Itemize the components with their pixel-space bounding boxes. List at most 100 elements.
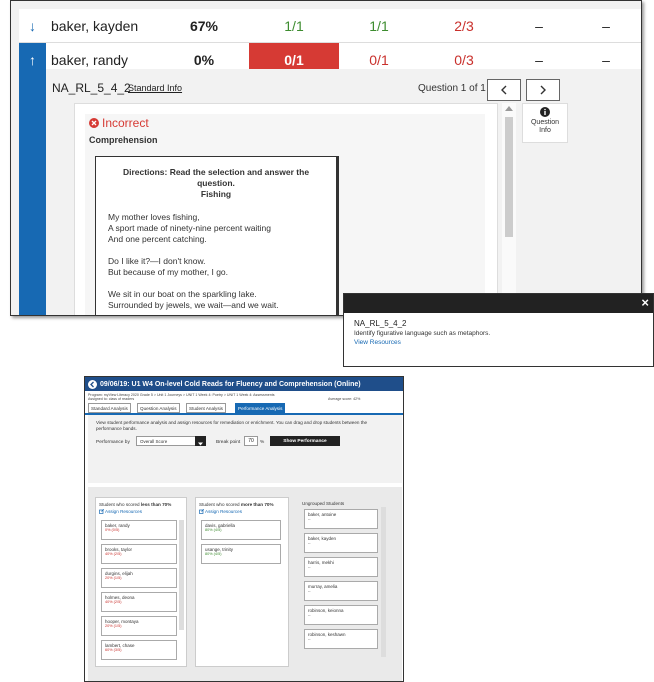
student-card[interactable]: baker, randy 0% (0/5) xyxy=(101,520,177,540)
error-icon xyxy=(89,118,99,128)
question-detail: NA_RL_5_4_2 Standard Info Question 1 of … xyxy=(46,69,641,315)
view-resources-link[interactable]: View Resources xyxy=(354,339,653,346)
student-card-score: -- xyxy=(308,565,311,569)
student-card-score: -- xyxy=(308,613,311,617)
tab-standard-analysis[interactable]: Standard Analysis xyxy=(88,403,131,413)
assessment-title: 09/06/19: U1 W4 On-level Cold Reads for … xyxy=(100,380,361,388)
passage-line: But because of my mother, I go. xyxy=(108,267,229,277)
student-card-score: 80% (4/5) xyxy=(205,528,222,532)
ungrouped-students[interactable]: Ungrouped Students baker, antoine -- bake… xyxy=(299,497,395,667)
passage-line: A sport made of ninety-nine percent wait… xyxy=(108,223,272,233)
passage-line: My mother loves fishing, xyxy=(108,212,200,222)
passage-line: And one percent catching. xyxy=(108,234,207,244)
student-score: 67% xyxy=(189,18,219,34)
band-heading: Student who scored more than 70% xyxy=(199,502,274,507)
info-icon xyxy=(540,107,550,117)
assessment-titlebar: 09/06/19: U1 W4 On-level Cold Reads for … xyxy=(85,377,403,391)
standard-info-link[interactable]: Standard Info xyxy=(128,83,182,93)
band-scrollbar[interactable] xyxy=(381,507,386,657)
band-above-breakpoint[interactable]: Student who scored more than 70% Assign … xyxy=(195,497,289,667)
next-question-button[interactable] xyxy=(526,79,560,101)
scrollbar-thumb[interactable] xyxy=(505,117,513,237)
show-performance-button[interactable]: Show Performance xyxy=(270,436,340,446)
popup-header: × xyxy=(344,294,653,313)
external-link-icon xyxy=(99,509,104,514)
passage-directions: Directions: Read the selection and answe… xyxy=(122,167,310,188)
question-scrollbar[interactable] xyxy=(502,103,516,303)
student-card[interactable]: durgins, elijah 20% (1/5) xyxy=(101,568,177,588)
breakpoint-input[interactable]: 70 xyxy=(244,436,258,446)
average-score: Average score: 42% xyxy=(328,397,361,401)
student-card-score: 60% (3/5) xyxy=(105,648,122,652)
performance-by-value: Overall Score xyxy=(140,439,168,444)
student-card[interactable]: murray, amelia -- xyxy=(304,581,378,601)
expand-row-icon[interactable]: ↓ xyxy=(19,9,46,43)
student-card-score: -- xyxy=(308,637,311,641)
item-score: – xyxy=(602,18,610,34)
assigned-to: Assigned to: class of readers xyxy=(88,397,135,401)
popup-standard-description: Identify figurative language such as met… xyxy=(354,330,491,337)
band-below-breakpoint[interactable]: Student who scored less than 70% Assign … xyxy=(95,497,187,667)
question-content: Incorrect Comprehension Directions: Read… xyxy=(85,114,485,315)
student-card[interactable]: lambert, chase 60% (3/5) xyxy=(101,640,177,660)
question-counter: Question 1 of 1 xyxy=(418,83,486,94)
student-card-score: 40% (2/5) xyxy=(105,552,122,556)
tab-student-analysis[interactable]: Student Analysis xyxy=(186,403,226,413)
passage-line xyxy=(108,245,324,256)
tab-question-analysis[interactable]: Question Analysis xyxy=(137,403,180,413)
scroll-up-icon[interactable] xyxy=(505,105,513,111)
back-icon[interactable] xyxy=(88,379,97,389)
student-card-score: 20% (1/5) xyxy=(105,576,122,580)
passage-title: Fishing xyxy=(200,189,232,199)
student-card-score: 80% (4/5) xyxy=(205,552,222,556)
item-score: 1/1 xyxy=(284,18,304,34)
student-card[interactable]: robinson, keshawn -- xyxy=(304,629,378,649)
student-card[interactable]: baker, kayden -- xyxy=(304,533,378,553)
student-card-score: -- xyxy=(308,589,311,593)
previous-question-button[interactable] xyxy=(487,79,521,101)
close-icon[interactable]: × xyxy=(641,295,649,310)
student-card[interactable]: harris, mekhi -- xyxy=(304,557,378,577)
external-link-icon xyxy=(199,509,204,514)
student-card-score: -- xyxy=(308,517,311,521)
student-card-score: 0% (0/5) xyxy=(105,528,120,532)
standard-info-popup: × NA_RL_5_4_2 Identify figurative langua… xyxy=(343,293,654,367)
breakpoint-label: Break point xyxy=(216,440,241,445)
student-results-panel: ↓ baker, kayden 67% 1/1 1/1 2/3 – – ↑ ba… xyxy=(10,0,642,316)
student-card-score: 40% (2/5) xyxy=(105,600,122,604)
row-detail-marker xyxy=(19,69,46,315)
band-scrollbar[interactable] xyxy=(179,520,184,630)
chevron-right-icon xyxy=(540,85,546,95)
performance-by-label: Performance by xyxy=(96,440,130,445)
passage-line: Do I like it?—I don't know. xyxy=(108,256,206,266)
analysis-intro: View student performance analysis and as… xyxy=(96,420,368,431)
question-info-button[interactable]: Question Info xyxy=(522,103,568,143)
item-score: 2/3 xyxy=(454,18,474,34)
reading-passage[interactable]: Directions: Read the selection and answe… xyxy=(95,156,339,315)
question-category: Comprehension xyxy=(89,135,158,145)
student-card[interactable]: holmes, deona 40% (2/5) xyxy=(101,592,177,612)
result-label: Incorrect xyxy=(102,116,149,130)
student-card[interactable]: hooper, montaya 20% (1/5) xyxy=(101,616,177,636)
assign-resources-link[interactable]: Assign Resources xyxy=(99,509,142,514)
table-row[interactable]: ↓ baker, kayden 67% 1/1 1/1 2/3 – – xyxy=(19,9,641,43)
student-card[interactable]: usange, trinity 80% (4/5) xyxy=(201,544,281,564)
performance-by-select[interactable]: Overall Score xyxy=(136,436,206,446)
passage-line: We sit in our boat on the sparkling lake… xyxy=(108,289,257,299)
student-card[interactable]: davis, gabriella 80% (4/5) xyxy=(201,520,281,540)
student-card-score: 20% (1/5) xyxy=(105,624,122,628)
question-viewer: Incorrect Comprehension Directions: Read… xyxy=(74,103,498,315)
passage-line: Surrounded by jewels, we wait—and we wai… xyxy=(108,300,279,310)
assign-resources-link[interactable]: Assign Resources xyxy=(199,509,242,514)
popup-standard-code: NA_RL_5_4_2 xyxy=(354,319,407,328)
result-status: Incorrect xyxy=(89,116,149,130)
item-score: – xyxy=(535,18,543,34)
dropdown-button[interactable] xyxy=(195,436,206,446)
tab-performance-analysis[interactable]: Performance Analysis xyxy=(235,403,286,413)
performance-analysis-window: 09/06/19: U1 W4 On-level Cold Reads for … xyxy=(84,376,404,682)
student-card[interactable]: robinson, keionna -- xyxy=(304,605,378,625)
student-card[interactable]: brooks, taylor 40% (2/5) xyxy=(101,544,177,564)
passage-line xyxy=(108,278,324,289)
chevron-down-icon xyxy=(198,442,203,446)
student-card[interactable]: baker, antoine -- xyxy=(304,509,378,529)
